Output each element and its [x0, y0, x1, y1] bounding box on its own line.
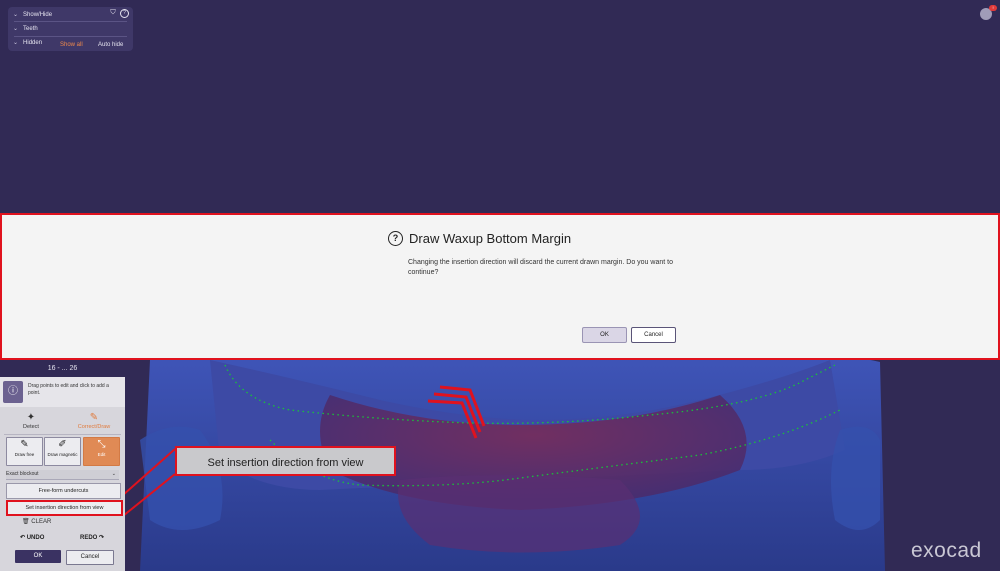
dialog-cancel-button[interactable]: Cancel: [631, 327, 676, 343]
divider: [14, 21, 127, 22]
confirm-dialog: ? Draw Waxup Bottom Margin Changing the …: [0, 213, 1000, 360]
panel-ok-button[interactable]: OK: [15, 550, 61, 563]
blockout-select[interactable]: Exact blockout ⌄: [6, 470, 119, 480]
magic-wand-icon: ✦: [26, 412, 36, 423]
show-all-link[interactable]: Show all: [60, 40, 83, 50]
button-label: REDO: [80, 535, 98, 541]
filter-icon[interactable]: ⛉: [109, 9, 117, 17]
detect-mode-button[interactable]: ✦ Detect: [0, 411, 62, 433]
mode-label: Correct/Draw: [77, 424, 111, 430]
redo-button[interactable]: REDO ↷: [80, 534, 104, 541]
button-label: Draw free: [14, 452, 35, 457]
chevron-down-icon: ⌄: [13, 40, 19, 46]
auto-hide-link[interactable]: Auto hide: [98, 40, 123, 50]
divider: [14, 36, 127, 37]
chevron-down-icon: ⌄: [13, 12, 19, 18]
row-label: Teeth: [23, 26, 38, 32]
chevron-down-icon: ⌄: [111, 471, 116, 477]
pencil-icon: ✎: [89, 412, 99, 423]
show-hide-title: Show/Hide: [23, 12, 53, 18]
undo-button[interactable]: ↶ UNDO: [20, 534, 44, 541]
dialog-ok-button[interactable]: OK: [582, 327, 627, 343]
row-label: Hidden: [23, 40, 43, 46]
select-value: Exact blockout: [6, 471, 39, 477]
margin-tool-panel: ⓘ Drag points to edit and click to add a…: [0, 377, 125, 571]
draw-free-button[interactable]: ✎ Draw free: [6, 437, 43, 466]
panel-cancel-button[interactable]: Cancel: [66, 550, 114, 565]
clear-button[interactable]: 🗑 CLEAR: [22, 518, 51, 525]
draw-magnetic-button[interactable]: ✐ Draw magnetic: [44, 437, 81, 466]
show-hide-panel: ⌄ Show/Hide ⛉ ? ⌄ Teeth ⌄ Hidden Show al…: [8, 7, 133, 51]
info-icon: ⓘ: [3, 381, 23, 403]
pencil-icon: ✎: [20, 439, 29, 450]
mode-label: Detect: [23, 424, 39, 430]
button-label: UNDO: [26, 535, 45, 541]
button-label: Draw magnetic: [47, 452, 78, 457]
undo-icon: ↶: [20, 535, 26, 541]
info-row: ⓘ Drag points to edit and click to add a…: [0, 377, 125, 407]
info-text: Drag points to edit and click to add a p…: [28, 383, 109, 396]
expand-icon: ⤡: [97, 439, 106, 450]
annotation-callout: Set insertion direction from view: [175, 446, 396, 476]
exocad-logo: exocad: [911, 539, 982, 562]
free-form-undercuts-button[interactable]: Free-form undercuts: [6, 483, 121, 499]
correct-draw-mode-button[interactable]: ✎ Correct/Draw: [63, 411, 125, 433]
chevron-down-icon: ⌄: [13, 26, 19, 32]
magnet-pencil-icon: ✐: [58, 439, 67, 450]
show-hide-row-hidden[interactable]: ⌄ Hidden: [13, 38, 42, 48]
show-hide-header[interactable]: ⌄ Show/Hide: [13, 10, 52, 20]
show-hide-row-teeth[interactable]: ⌄ Teeth: [13, 24, 38, 34]
trash-icon: 🗑: [22, 519, 30, 525]
edit-button[interactable]: ⤡ Edit: [83, 437, 120, 466]
notification-badge: !: [989, 5, 997, 11]
dialog-message: Changing the insertion direction will di…: [408, 259, 673, 276]
set-insertion-direction-button[interactable]: Set insertion direction from view: [6, 500, 123, 516]
question-icon: ?: [388, 231, 403, 246]
dialog-header: ? Draw Waxup Bottom Margin: [388, 231, 571, 246]
dialog-title: Draw Waxup Bottom Margin: [409, 231, 572, 246]
button-label: CLEAR: [31, 519, 52, 525]
button-label: Edit: [97, 452, 106, 457]
help-icon[interactable]: ?: [120, 9, 129, 18]
redo-icon: ↷: [99, 535, 105, 541]
divider: [4, 434, 121, 435]
tooth-range-label: 16 - ... 26: [0, 361, 125, 377]
show-hide-icons: ⛉ ?: [109, 9, 129, 18]
